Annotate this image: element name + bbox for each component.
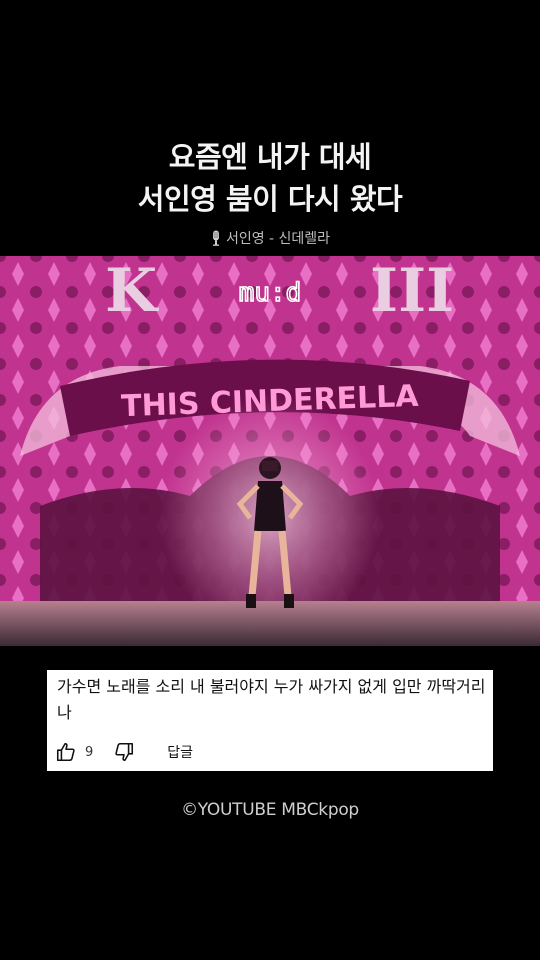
- microphone-icon: [212, 230, 219, 246]
- comment-actions: 9 답글: [55, 740, 193, 764]
- comment-text: 가수면 노래를 소리 내 불러야지 누가 싸가지 없게 입만 까딱거리나: [57, 677, 486, 722]
- song-label: 서인영 - 신데렐라: [225, 231, 331, 247]
- video-frame[interactable]: THIS CINDERELLA K III mu:d: [0, 256, 540, 646]
- headline: 요즘엔 내가 대세 서인영 붐이 다시 왔다: [0, 136, 540, 220]
- svg-text:III: III: [370, 256, 454, 326]
- headline-line-2: 서인영 붐이 다시 왔다: [137, 182, 403, 216]
- source-credit: ©YOUTUBE MBCkpop: [181, 800, 359, 820]
- like-count: 9: [85, 744, 94, 760]
- svg-text:K: K: [105, 256, 159, 326]
- stage-scene: THIS CINDERELLA K III mu:d: [0, 256, 540, 646]
- thumbs-up-icon[interactable]: [55, 741, 77, 763]
- comment-card: 가수면 노래를 소리 내 불러야지 누가 싸가지 없게 입만 까딱거리나 9 답…: [47, 670, 493, 771]
- song-credit: 서인영 - 신데렐라: [0, 228, 540, 248]
- thumbs-down-icon[interactable]: [113, 741, 135, 763]
- reply-button[interactable]: 답글: [167, 742, 193, 762]
- headline-line-1: 요즘엔 내가 대세: [168, 140, 372, 174]
- video-watermark: mu:d: [239, 278, 302, 308]
